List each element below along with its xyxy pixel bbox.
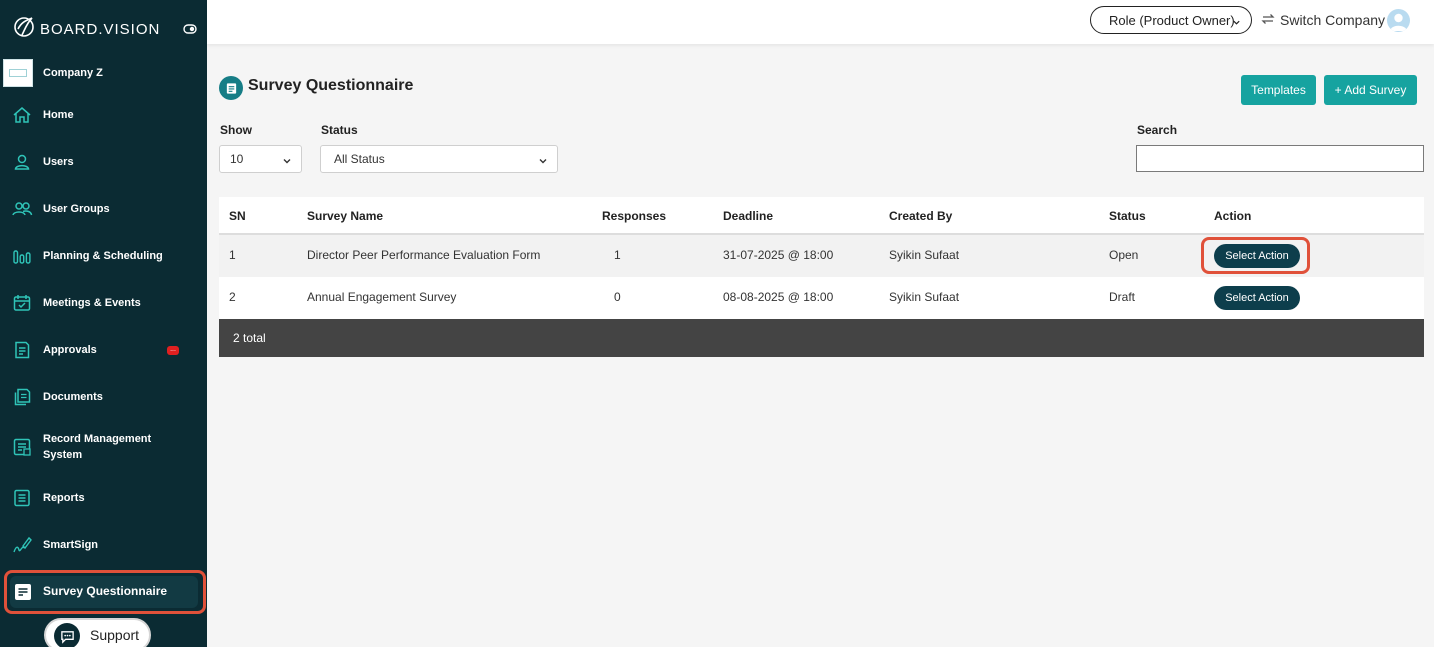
sidebar-item-home[interactable]: Home bbox=[0, 95, 207, 135]
search-input[interactable] bbox=[1136, 145, 1424, 172]
company-switcher[interactable]: Company Z bbox=[3, 58, 103, 88]
show-label: Show bbox=[220, 123, 252, 137]
approval-icon bbox=[11, 339, 33, 361]
cell-created-by: Syikin Sufaat bbox=[889, 248, 960, 262]
cell-sn: 1 bbox=[229, 248, 236, 262]
chat-icon bbox=[54, 623, 80, 647]
sidebar-item-label: Home bbox=[43, 109, 74, 121]
role-label: Role (Product Owner) bbox=[1109, 12, 1235, 28]
cell-deadline: 08-08-2025 @ 18:00 bbox=[723, 290, 834, 304]
sidebar-item-label: Record Management System bbox=[43, 433, 152, 461]
company-logo bbox=[3, 59, 33, 87]
cell-responses: 1 bbox=[614, 248, 621, 262]
status-label: Status bbox=[321, 123, 358, 137]
cell-survey-name: Annual Engagement Survey bbox=[307, 290, 457, 304]
switch-icon bbox=[1260, 11, 1280, 30]
reports-icon bbox=[11, 487, 33, 509]
sidebar-item-label: Reports bbox=[43, 492, 85, 504]
support-label: Support bbox=[90, 627, 140, 643]
total-count: 2 total bbox=[233, 331, 266, 345]
cell-status: Open bbox=[1109, 248, 1139, 262]
signature-icon bbox=[11, 534, 33, 556]
sidebar-item-label: Meetings & Events bbox=[43, 297, 141, 309]
role-dropdown[interactable]: Role (Product Owner) bbox=[1090, 6, 1252, 34]
sidebar-item-label: SmartSign bbox=[43, 539, 99, 551]
sidebar-item-label: Approvals bbox=[43, 344, 97, 356]
page-size-value: 10 bbox=[230, 152, 244, 166]
sidebar-item-label: Documents bbox=[43, 391, 103, 403]
sidebar-item-label: Users bbox=[43, 156, 74, 168]
status-select[interactable]: All Status bbox=[320, 145, 558, 173]
sidebar-item-meetings[interactable]: Meetings & Events bbox=[0, 283, 207, 323]
column-header-created-by[interactable]: Created By bbox=[889, 209, 952, 223]
cell-deadline: 31-07-2025 @ 18:00 bbox=[723, 248, 834, 262]
planning-icon bbox=[11, 245, 33, 267]
sidebar-item-record-management[interactable]: Record Management System bbox=[0, 427, 207, 467]
sidebar: BOARD.VISION Company Z Home Users User G… bbox=[0, 0, 207, 647]
survey-icon bbox=[12, 581, 34, 603]
sidebar-item-users[interactable]: Users bbox=[0, 142, 207, 182]
sidebar-item-label: Planning & Scheduling bbox=[43, 250, 163, 262]
add-survey-button[interactable]: + Add Survey bbox=[1324, 75, 1417, 105]
cell-status: Draft bbox=[1109, 290, 1136, 304]
sidebar-item-reports[interactable]: Reports bbox=[0, 478, 207, 518]
switch-company-link[interactable]: Switch Company bbox=[1260, 10, 1385, 30]
chevron-down-icon bbox=[282, 155, 292, 165]
cell-survey-name: Director Peer Performance Evaluation For… bbox=[307, 248, 541, 262]
company-name: Company Z bbox=[43, 67, 103, 79]
notification-badge: ... bbox=[167, 345, 179, 355]
page-title: Survey Questionnaire bbox=[248, 77, 414, 94]
sidebar-toggle-icon[interactable] bbox=[183, 22, 197, 36]
sidebar-item-documents[interactable]: Documents bbox=[0, 377, 207, 417]
record-icon bbox=[11, 436, 33, 458]
table-header: SN Survey Name Responses Deadline Create… bbox=[219, 197, 1424, 235]
search-label: Search bbox=[1137, 123, 1178, 137]
switch-company-label: Switch Company bbox=[1280, 12, 1386, 28]
documents-icon bbox=[11, 386, 33, 408]
column-header-action: Action bbox=[1214, 209, 1252, 223]
sidebar-item-label: Survey Questionnaire bbox=[43, 584, 168, 598]
chevron-down-icon bbox=[538, 155, 548, 165]
sidebar-item-user-groups[interactable]: User Groups bbox=[0, 189, 207, 229]
avatar[interactable] bbox=[1387, 9, 1410, 32]
table-row: 1 Director Peer Performance Evaluation F… bbox=[219, 235, 1424, 277]
chevron-down-icon bbox=[1232, 15, 1241, 25]
survey-title-icon bbox=[219, 76, 243, 100]
calendar-icon bbox=[11, 292, 33, 314]
cell-responses: 0 bbox=[614, 290, 621, 304]
column-header-survey-name[interactable]: Survey Name bbox=[307, 209, 383, 223]
support-button[interactable]: Support bbox=[44, 618, 151, 647]
sidebar-item-approvals[interactable]: Approvals ... bbox=[0, 330, 207, 370]
user-group-icon bbox=[11, 198, 33, 220]
status-value: All Status bbox=[334, 152, 385, 166]
brand-name: BOARD.VISION bbox=[40, 20, 161, 38]
page-size-select[interactable]: 10 bbox=[219, 145, 302, 173]
table-row: 2 Annual Engagement Survey 0 08-08-2025 … bbox=[219, 277, 1424, 319]
brand[interactable]: BOARD.VISION bbox=[12, 16, 160, 42]
select-action-button[interactable]: Select Action bbox=[1214, 286, 1300, 310]
table-footer: 2 total bbox=[219, 319, 1424, 357]
sidebar-item-planning[interactable]: Planning & Scheduling bbox=[0, 236, 207, 276]
top-bar: Role (Product Owner) Switch Company bbox=[207, 0, 1434, 44]
column-header-deadline[interactable]: Deadline bbox=[723, 209, 773, 223]
survey-table: SN Survey Name Responses Deadline Create… bbox=[219, 197, 1424, 357]
templates-button[interactable]: Templates bbox=[1241, 75, 1316, 105]
brand-logo-icon bbox=[12, 15, 36, 44]
column-header-sn[interactable]: SN bbox=[229, 209, 246, 223]
cell-sn: 2 bbox=[229, 290, 236, 304]
select-action-button[interactable]: Select Action bbox=[1214, 244, 1300, 268]
column-header-responses[interactable]: Responses bbox=[602, 209, 666, 223]
cell-created-by: Syikin Sufaat bbox=[889, 290, 960, 304]
sidebar-item-survey-questionnaire[interactable]: Survey Questionnaire bbox=[4, 570, 206, 614]
column-header-status[interactable]: Status bbox=[1109, 209, 1146, 223]
sidebar-item-label: User Groups bbox=[43, 203, 110, 215]
sidebar-item-smartsign[interactable]: SmartSign bbox=[0, 525, 207, 565]
home-icon bbox=[11, 104, 33, 126]
user-icon bbox=[11, 151, 33, 173]
